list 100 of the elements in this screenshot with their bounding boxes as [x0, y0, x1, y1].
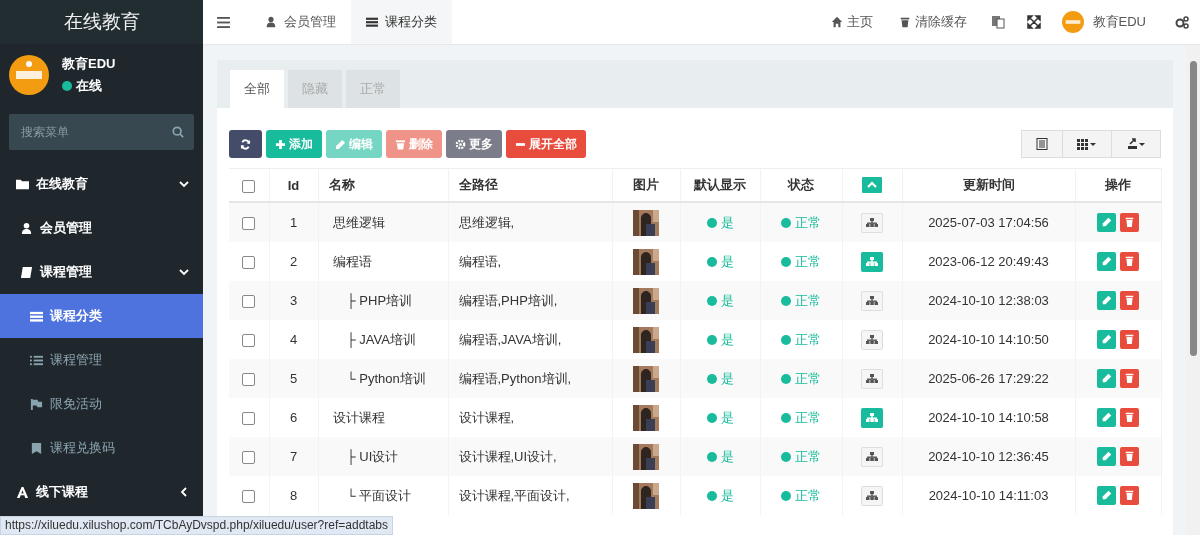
menu-item[interactable]: 课程分类: [0, 294, 203, 338]
collapse-all-button[interactable]: [862, 177, 882, 194]
columns-button[interactable]: [1062, 130, 1112, 158]
row-checkbox[interactable]: [242, 490, 256, 504]
default-display-status: 是: [706, 408, 734, 427]
refresh-icon: [240, 138, 251, 150]
delete-button[interactable]: [1120, 447, 1139, 466]
nav-tab[interactable]: 课程分类: [351, 0, 452, 44]
table-cell: 1: [269, 202, 318, 242]
table-cell: 编程语,PHP培训,: [448, 281, 612, 320]
flag-icon: [30, 397, 43, 411]
row-checkbox[interactable]: [242, 334, 256, 348]
edit-button[interactable]: [1097, 408, 1116, 427]
status-label: 正常: [781, 486, 821, 505]
refresh-button[interactable]: [229, 130, 262, 158]
fullscreen-icon[interactable]: [1026, 15, 1041, 29]
font-icon: [16, 485, 29, 499]
menu-icon[interactable]: [217, 16, 230, 28]
menu-item[interactable]: 线下课程: [0, 470, 203, 514]
table-cell: 2024-10-10 12:36:45: [902, 437, 1075, 476]
filter-tab[interactable]: 全部: [230, 70, 284, 108]
grid-caret-icon: [1077, 138, 1097, 150]
table-icon: [1036, 138, 1048, 150]
trash-icon: [898, 16, 911, 28]
default-display-status: 是: [706, 213, 734, 232]
table-cell: 设计课程,平面设计,: [448, 476, 612, 515]
avatar[interactable]: [1061, 11, 1084, 33]
menu-item[interactable]: 在线教育: [0, 162, 203, 206]
default-display-status: 是: [706, 447, 734, 466]
edit-icon: [335, 138, 346, 150]
scrollbar[interactable]: [1187, 45, 1200, 535]
search-field[interactable]: 搜索菜单: [9, 114, 194, 150]
app-title: 在线教育: [0, 0, 203, 44]
more-icon: [455, 138, 466, 150]
book-icon: [20, 265, 33, 279]
status-label: 正常: [781, 291, 821, 310]
menu-item[interactable]: 限免活动: [0, 382, 203, 426]
nav-link[interactable]: 主页: [817, 13, 886, 31]
delete-button[interactable]: [1120, 369, 1139, 388]
edit-button[interactable]: [1097, 252, 1116, 271]
delete-button[interactable]: [1120, 291, 1139, 310]
delete-button[interactable]: [1120, 408, 1139, 427]
edit-button[interactable]: [1097, 330, 1116, 349]
table-cell: ├ PHP培训: [318, 281, 448, 320]
edit-button[interactable]: [1097, 291, 1116, 310]
edit-button[interactable]: [1097, 213, 1116, 232]
status-label: 正常: [781, 408, 821, 427]
table-cell: 编程语,Python培训,: [448, 359, 612, 398]
menu-item[interactable]: 课程管理: [0, 338, 203, 382]
select-all-checkbox[interactable]: [242, 179, 256, 193]
status-label: 正常: [781, 369, 821, 388]
table-cell: 2025-06-26 17:29:22: [902, 359, 1075, 398]
status-label: 正常: [781, 252, 821, 271]
nav-link[interactable]: 清除缓存: [885, 13, 980, 31]
default-display-status: 是: [706, 330, 734, 349]
avatar: [9, 55, 49, 95]
expand-button[interactable]: 展开全部: [506, 130, 586, 158]
user-icon: [20, 221, 33, 235]
table-cell: 2024-10-10 12:38:03: [902, 281, 1075, 320]
status-label: 正常: [781, 447, 821, 466]
nav-tab[interactable]: 会员管理: [250, 0, 351, 44]
user-name[interactable]: 教育EDU: [1092, 13, 1146, 31]
row-checkbox[interactable]: [242, 256, 256, 270]
user-icon: [265, 16, 277, 28]
delete-button[interactable]: [1120, 252, 1139, 271]
status-label: 正常: [781, 213, 821, 232]
edit-button[interactable]: [1097, 486, 1116, 505]
table-cell: └ Python培训: [318, 359, 448, 398]
edit-button[interactable]: [1097, 369, 1116, 388]
table-cell: 3: [269, 281, 318, 320]
table-cell: 思维逻辑: [318, 202, 448, 242]
online-status: 在线: [76, 77, 102, 95]
table-cell: 2025-07-03 17:04:56: [902, 202, 1075, 242]
status-url: https://xiluedu.xilushop.com/TCbAyDvspd.php/xiluedu/user?ref=addtabs: [0, 516, 393, 535]
delete-button[interactable]: [1120, 330, 1139, 349]
row-checkbox[interactable]: [242, 451, 256, 465]
edit-button[interactable]: [1097, 447, 1116, 466]
default-display-status: 是: [706, 486, 734, 505]
table-cell: └ 平面设计: [318, 476, 448, 515]
delete-button[interactable]: [1120, 213, 1139, 232]
list-icon: [366, 16, 378, 28]
search-icon: [172, 126, 184, 138]
delete-button[interactable]: [1120, 486, 1139, 505]
row-checkbox[interactable]: [242, 373, 256, 387]
table-cell: 5: [269, 359, 318, 398]
export-button[interactable]: [1111, 130, 1161, 158]
row-checkbox[interactable]: [242, 295, 256, 309]
menu-item[interactable]: 会员管理: [0, 206, 203, 250]
table-cell: 2024-10-10 14:11:03: [902, 476, 1075, 515]
delete-icon: [395, 138, 406, 150]
menu-item[interactable]: 课程兑换码: [0, 426, 203, 470]
list-icon: [30, 353, 43, 367]
bars-icon: [30, 309, 43, 323]
row-checkbox[interactable]: [242, 217, 256, 231]
table-cell: 8: [269, 476, 318, 515]
row-checkbox[interactable]: [242, 412, 256, 426]
menu-item[interactable]: 课程管理: [0, 250, 203, 294]
gears-icon[interactable]: [1175, 15, 1189, 29]
more-button[interactable]: 更多: [446, 130, 502, 158]
table-cell: 设计课程,UI设计,: [448, 437, 612, 476]
